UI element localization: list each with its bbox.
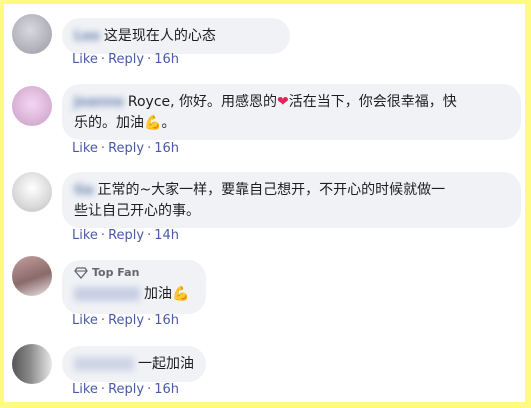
separator: · [100, 313, 106, 328]
comment-text: Royce, 你好。用感恩的 [127, 94, 278, 110]
separator: · [100, 228, 106, 243]
avatar[interactable] [12, 86, 52, 126]
timestamp[interactable]: 14h [154, 228, 179, 243]
top-fan-badge: Top Fan [74, 266, 194, 280]
commenter-name[interactable]: Lee [74, 27, 100, 47]
reply-button[interactable]: Reply [108, 141, 144, 156]
comment-bubble: Ga 正常的~大家一样，要靠自己想开，不开心的时候就做一 些让自己开心的事。 [62, 172, 521, 228]
comment-bubble: Top Fan 加油💪 [62, 260, 206, 314]
like-button[interactable]: Like [72, 52, 98, 67]
comments-panel: Lee 这是现在人的心态 Like · Reply · 16h Joanne Royce, … [4, 4, 525, 402]
separator: · [147, 382, 152, 397]
separator: · [147, 141, 152, 156]
flexed-biceps-icon: 💪 [172, 286, 190, 302]
comment-text: 这是现在人的心态 [103, 28, 216, 44]
comment-text: 些让自己开心的事。 [74, 203, 200, 219]
timestamp[interactable]: 16h [154, 313, 179, 328]
reply-button[interactable]: Reply [108, 52, 144, 67]
comment-text: 加油 [144, 286, 172, 302]
avatar[interactable] [12, 344, 52, 384]
reply-button[interactable]: Reply [108, 313, 144, 328]
diamond-icon [74, 267, 88, 279]
comment-actions: Like · Reply · 14h [72, 228, 179, 244]
separator: · [100, 52, 106, 67]
timestamp[interactable]: 16h [154, 141, 179, 156]
like-button[interactable]: Like [72, 141, 98, 156]
comment-actions: Like · Reply · 16h [72, 141, 179, 157]
avatar[interactable] [12, 172, 52, 212]
avatar[interactable] [12, 256, 52, 296]
flexed-biceps-icon: 💪 [144, 115, 162, 131]
top-fan-label: Top Fan [92, 266, 140, 279]
separator: · [147, 228, 152, 243]
timestamp[interactable]: 16h [154, 52, 179, 67]
commenter-name[interactable]: Ga [74, 181, 93, 201]
reply-button[interactable]: Reply [108, 382, 144, 397]
like-button[interactable]: Like [72, 228, 98, 243]
separator: · [147, 313, 152, 328]
separator: · [100, 141, 106, 156]
comment-text: 正常的~大家一样，要靠自己想开，不开心的时候就做一 [97, 182, 446, 198]
avatar[interactable] [12, 14, 52, 54]
comment-actions: Like · Reply · 16h [72, 52, 179, 68]
comment-actions: Like · Reply · 16h [72, 382, 179, 398]
reply-button[interactable]: Reply [108, 228, 144, 243]
comment-text: 乐的。加油 [74, 115, 144, 131]
separator: · [147, 52, 152, 67]
commenter-name[interactable] [74, 287, 140, 301]
comment-actions: Like · Reply · 16h [72, 313, 179, 329]
comment-bubble: Joanne Royce, 你好。用感恩的❤活在当下，你会很幸福，快 乐的。加油💪… [62, 84, 521, 140]
comment-text: 。 [161, 115, 176, 131]
like-button[interactable]: Like [72, 382, 98, 397]
commenter-name[interactable] [74, 357, 134, 371]
comment-bubble: 一起加油 [62, 346, 206, 382]
comment-text: 一起加油 [138, 356, 194, 372]
like-button[interactable]: Like [72, 313, 98, 328]
heart-icon: ❤ [277, 94, 289, 110]
commenter-name[interactable]: Joanne [74, 93, 124, 113]
comment-bubble: Lee 这是现在人的心态 [62, 18, 290, 54]
timestamp[interactable]: 16h [154, 382, 179, 397]
comment-text: 活在当下，你会很幸福，快 [288, 94, 457, 110]
separator: · [100, 382, 106, 397]
